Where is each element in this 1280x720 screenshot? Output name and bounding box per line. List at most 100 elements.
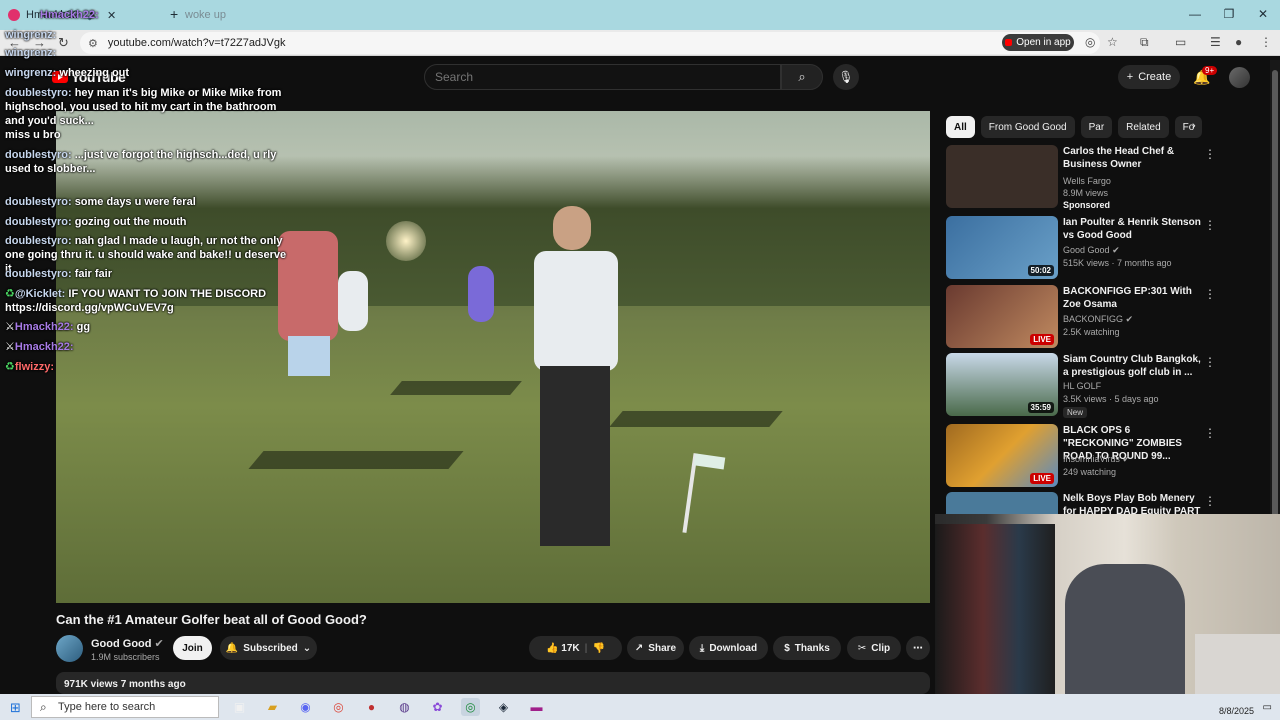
recommendation-item[interactable]: 50:02 Ian Poulter & Henrik Stenson vs Go… bbox=[946, 216, 1246, 280]
search-button[interactable]: ⌕ bbox=[781, 64, 823, 90]
more-vertical-icon[interactable]: ⋮ bbox=[1204, 218, 1216, 232]
recommendation-thumbnail[interactable] bbox=[946, 145, 1058, 208]
profile-icon[interactable]: ● bbox=[1235, 35, 1242, 49]
app-icon[interactable]: ● bbox=[362, 698, 381, 716]
chip-more[interactable]: Fo bbox=[1174, 116, 1203, 138]
chip-par[interactable]: Par bbox=[1080, 116, 1113, 138]
account-avatar[interactable] bbox=[1229, 67, 1250, 88]
thanks-button[interactable]: $ Thanks bbox=[773, 636, 841, 660]
recommendation-thumbnail[interactable]: 50:02 bbox=[946, 216, 1058, 279]
more-vertical-icon[interactable]: ⋮ bbox=[1204, 147, 1216, 161]
chat-user: doublestyro: bbox=[5, 216, 72, 228]
recommendation-channel[interactable]: HL GOLF bbox=[1063, 381, 1101, 391]
recommendation-channel[interactable]: BACKONFIGG ✔ bbox=[1063, 314, 1133, 325]
recommendation-thumbnail[interactable]: LIVE bbox=[946, 424, 1058, 487]
create-button[interactable]: + Create bbox=[1118, 65, 1180, 89]
chip-related[interactable]: Related bbox=[1118, 116, 1169, 138]
divider: | bbox=[584, 642, 588, 654]
restore-icon[interactable]: ❐ bbox=[1212, 0, 1246, 30]
more-vertical-icon[interactable]: ⋮ bbox=[1204, 426, 1216, 440]
browser-menu-icon[interactable]: ⋮ bbox=[1260, 35, 1272, 49]
video-shadow bbox=[390, 381, 522, 395]
bookmark-star-icon[interactable]: ☆ bbox=[1107, 35, 1118, 49]
recommendation-item[interactable]: Nelk Boys Play Bob Menery for HAPPY DAD … bbox=[946, 492, 1246, 514]
subscribed-label: Subscribed bbox=[243, 642, 298, 654]
recommendation-channel[interactable]: Good Good ✔ bbox=[1063, 245, 1120, 256]
recommendation-thumbnail[interactable]: LIVE bbox=[946, 285, 1058, 348]
cast-icon[interactable]: ▭ bbox=[1175, 35, 1186, 49]
eye-off-icon[interactable]: ◎ bbox=[1085, 35, 1095, 49]
thanks-label: Thanks bbox=[794, 642, 830, 654]
more-vertical-icon[interactable]: ⋮ bbox=[1204, 287, 1216, 301]
open-in-app-button[interactable]: Open in app bbox=[1002, 34, 1074, 51]
recommendation-thumbnail[interactable] bbox=[946, 492, 1058, 514]
file-explorer-icon[interactable]: ▰ bbox=[263, 698, 282, 716]
notification-center-icon[interactable]: ▭ bbox=[1263, 702, 1272, 713]
more-actions-button[interactable]: ⋯ bbox=[906, 636, 930, 660]
recommendation-title[interactable]: Siam Country Club Bangkok, a prestigious… bbox=[1063, 353, 1203, 379]
subscribed-button[interactable]: 🔔 Subscribed ⌄ bbox=[220, 636, 317, 660]
search-icon: ⌕ bbox=[40, 700, 47, 714]
steam-icon[interactable]: ◈ bbox=[494, 698, 513, 716]
open-in-app-label: Open in app bbox=[1016, 37, 1071, 48]
minimize-icon[interactable]: — bbox=[1178, 0, 1212, 30]
recommendation-channel-text: BACKONFIGG bbox=[1063, 314, 1124, 324]
task-view-icon[interactable]: ▣ bbox=[230, 698, 249, 716]
voice-search-button[interactable]: 🎙 bbox=[833, 64, 859, 90]
recommendation-channel[interactable]: Wells Fargo bbox=[1063, 176, 1111, 186]
thanks-icon: $ bbox=[784, 642, 790, 654]
duration-badge: 35:59 bbox=[1027, 402, 1054, 413]
channel-avatar[interactable] bbox=[56, 635, 83, 662]
thumbs-down-icon[interactable]: 👎 bbox=[592, 643, 604, 654]
recommendation-item[interactable]: 35:59 Siam Country Club Bangkok, a prest… bbox=[946, 353, 1246, 418]
recommendation-thumbnail[interactable]: 35:59 bbox=[946, 353, 1058, 416]
channel-name-text: Good Good bbox=[91, 638, 152, 650]
clip-button[interactable]: ✂ Clip bbox=[847, 636, 901, 660]
chip-from-good-good[interactable]: From Good Good bbox=[980, 116, 1075, 138]
verified-icon: ✔ bbox=[1122, 454, 1130, 464]
download-button[interactable]: ⤓ Download bbox=[689, 636, 768, 660]
recommendation-item[interactable]: LIVE BACKONFIGG EP:301 With Zoe Osama BA… bbox=[946, 285, 1246, 349]
golfer-background-2 bbox=[338, 271, 368, 331]
recommendation-title[interactable]: Carlos the Head Chef & Business Owner bbox=[1063, 145, 1203, 171]
more-vertical-icon[interactable]: ⋮ bbox=[1204, 355, 1216, 369]
recommendation-item[interactable]: Carlos the Head Chef & Business Owner We… bbox=[946, 145, 1246, 210]
chevron-right-icon[interactable]: › bbox=[1192, 120, 1196, 132]
recommendation-channel[interactable]: InsomniaVirus ✔ bbox=[1063, 454, 1130, 465]
recommendation-title[interactable]: Nelk Boys Play Bob Menery for HAPPY DAD … bbox=[1063, 492, 1203, 514]
taskbar-search[interactable]: ⌕ Type here to search bbox=[31, 696, 219, 718]
microphone-icon: 🎙 bbox=[838, 70, 854, 84]
search-input[interactable] bbox=[424, 64, 781, 90]
youtube-app-icon bbox=[1005, 39, 1013, 46]
close-window-icon[interactable]: ✕ bbox=[1246, 0, 1280, 30]
join-button[interactable]: Join bbox=[173, 636, 212, 660]
scissors-icon: ✂ bbox=[857, 642, 867, 654]
channel-name[interactable]: Good Good ✔ bbox=[91, 637, 164, 650]
chip-all[interactable]: All bbox=[946, 116, 975, 138]
extensions-icon[interactable]: ⧉ bbox=[1140, 35, 1149, 50]
webcam-overlay bbox=[935, 514, 1280, 708]
reading-list-icon[interactable]: ☰ bbox=[1210, 35, 1221, 49]
recommendation-meta: 249 watching bbox=[1063, 467, 1117, 477]
scrollbar-thumb[interactable] bbox=[1272, 70, 1278, 530]
recommendation-title[interactable]: Ian Poulter & Henrik Stenson vs Good Goo… bbox=[1063, 216, 1203, 242]
recommendation-title[interactable]: BACKONFIGG EP:301 With Zoe Osama bbox=[1063, 285, 1203, 311]
video-description-box[interactable]: 971K views 7 months ago bbox=[56, 672, 930, 694]
discord-icon[interactable]: ◉ bbox=[296, 698, 315, 716]
chrome-icon[interactable]: ◎ bbox=[329, 698, 348, 716]
download-label: Download bbox=[709, 642, 758, 654]
recommendation-item[interactable]: LIVE BLACK OPS 6 "RECKONING" ZOMBIES ROA… bbox=[946, 424, 1246, 488]
obs-icon[interactable]: ◍ bbox=[395, 698, 414, 716]
windows-start-icon[interactable]: ⊞ bbox=[10, 700, 21, 716]
app-icon-3[interactable]: ▬ bbox=[527, 698, 546, 716]
chat-text: wheezing out bbox=[59, 67, 130, 79]
more-vertical-icon[interactable]: ⋮ bbox=[1204, 494, 1216, 508]
more-horizontal-icon: ⋯ bbox=[913, 642, 923, 654]
sword-badge-icon: ⚔ bbox=[5, 321, 15, 333]
like-button[interactable]: 👍 17K bbox=[546, 643, 580, 654]
live-badge: LIVE bbox=[1030, 334, 1054, 345]
golf-flag bbox=[682, 453, 698, 533]
app-icon-2[interactable]: ✿ bbox=[428, 698, 447, 716]
share-button[interactable]: ↗ Share bbox=[627, 636, 684, 660]
chrome-active-icon[interactable]: ◎ bbox=[461, 698, 480, 716]
